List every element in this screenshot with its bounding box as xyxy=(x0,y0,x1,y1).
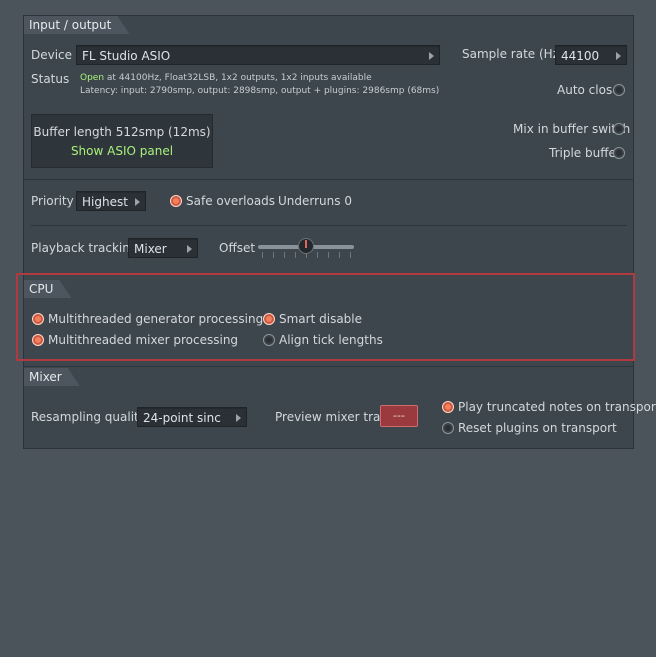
auto-close-toggle[interactable] xyxy=(613,84,625,96)
status-line-1: Open at 44100Hz, Float32LSB, 1x2 outputs… xyxy=(80,73,372,83)
preview-mixer-track-button[interactable]: --- xyxy=(380,405,418,427)
dropdown-arrow-icon xyxy=(236,414,241,422)
safe-overloads-toggle[interactable] xyxy=(170,195,182,207)
status-open: Open xyxy=(80,73,105,83)
play-truncated-toggle[interactable] xyxy=(442,401,454,413)
divider xyxy=(24,179,633,180)
buffer-length-box[interactable]: Buffer length 512smp (12ms) Show ASIO pa… xyxy=(31,114,213,168)
priority-label: Priority xyxy=(31,194,74,208)
sample-rate-value: 44100 xyxy=(561,49,600,63)
reset-plugins-toggle[interactable] xyxy=(442,422,454,434)
playback-tracking-dropdown[interactable]: Mixer xyxy=(128,238,198,258)
preview-mixer-track-label: Preview mixer track xyxy=(275,410,394,424)
safe-overloads-label: Safe overloads xyxy=(186,194,276,208)
status-details: at 44100Hz, Float32LSB, 1x2 outputs, 1x2… xyxy=(104,73,372,83)
mixer-tab: Mixer xyxy=(24,368,80,386)
underruns-readout: Underruns 0 xyxy=(278,194,352,208)
sample-rate-dropdown[interactable]: 44100 xyxy=(555,45,627,65)
priority-dropdown[interactable]: Highest xyxy=(76,191,146,211)
offset-label: Offset xyxy=(219,241,256,255)
sample-rate-label: Sample rate (Hz) xyxy=(462,47,564,61)
resampling-quality-value: 24-point sinc xyxy=(143,411,221,425)
triple-buffer-toggle[interactable] xyxy=(613,147,625,159)
divider xyxy=(31,225,627,226)
auto-close-label: Auto close xyxy=(557,83,620,97)
divider xyxy=(24,366,633,367)
dropdown-arrow-icon xyxy=(429,52,434,60)
cpu-section-highlight xyxy=(16,273,635,361)
device-value: FL Studio ASIO xyxy=(82,49,171,63)
status-label: Status xyxy=(31,72,70,86)
input-output-tab: Input / output xyxy=(24,16,129,34)
dropdown-arrow-icon xyxy=(135,198,140,206)
mix-in-buffer-switch-toggle[interactable] xyxy=(613,123,625,135)
priority-value: Highest xyxy=(82,195,128,209)
dropdown-arrow-icon xyxy=(187,245,192,253)
device-label: Device xyxy=(31,48,73,62)
status-latency: Latency: input: 2790smp, output: 2898smp… xyxy=(80,86,440,96)
reset-plugins-label: Reset plugins on transport xyxy=(458,421,617,435)
playback-tracking-label: Playback tracking xyxy=(31,241,138,255)
device-dropdown[interactable]: FL Studio ASIO xyxy=(76,45,440,65)
audio-settings-panel: Input / output Device FL Studio ASIO Sam… xyxy=(23,15,656,449)
offset-slider-knob[interactable] xyxy=(298,238,314,254)
dropdown-arrow-icon xyxy=(616,52,621,60)
triple-buffer-label: Triple buffer xyxy=(549,146,621,160)
resampling-quality-label: Resampling quality xyxy=(31,410,146,424)
playback-tracking-value: Mixer xyxy=(134,242,167,256)
resampling-quality-dropdown[interactable]: 24-point sinc xyxy=(137,407,247,427)
play-truncated-label: Play truncated notes on transport xyxy=(458,400,656,414)
show-asio-panel-link[interactable]: Show ASIO panel xyxy=(32,144,212,158)
buffer-length-text: Buffer length 512smp (12ms) xyxy=(33,125,211,139)
